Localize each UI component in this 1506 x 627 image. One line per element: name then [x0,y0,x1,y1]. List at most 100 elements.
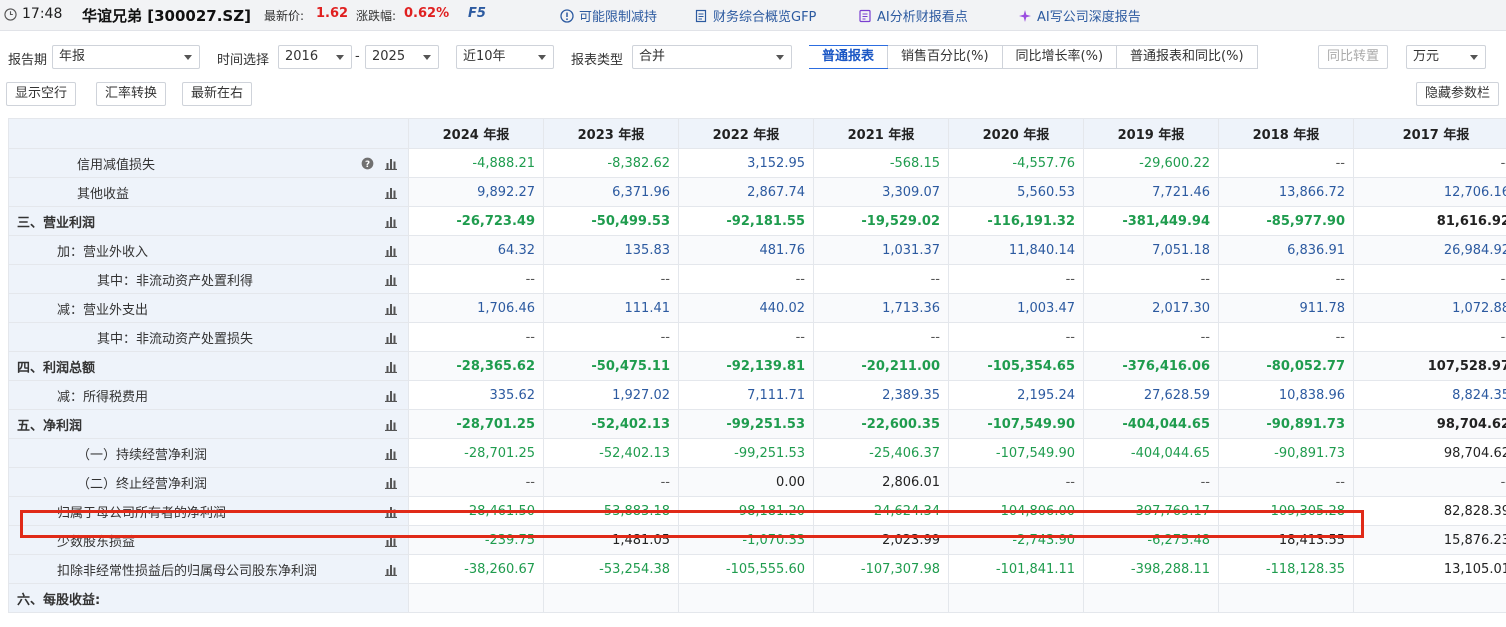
bar-chart-icon[interactable] [384,476,398,489]
bar-chart-icon[interactable] [384,273,398,286]
row-label-cell[interactable]: 五、净利润 [8,409,409,439]
table-cell: -- [1083,264,1219,294]
warning-circle-icon [560,8,574,23]
table-row: 扣除非经常性损益后的归属母公司股东净利润 -38,260.67 -53,254.38… [8,554,1506,584]
gfp-overview-link[interactable]: 财务综合概览GFP [694,6,816,25]
yoy-transpose-button[interactable]: 同比转置 [1318,45,1389,69]
table-cell: -376,416.06 [1083,351,1219,381]
table-cell: -404,044.65 [1083,409,1219,439]
year-column-header[interactable]: 2018 年报 [1218,118,1354,149]
row-label-cell[interactable]: 扣除非经常性损益后的归属母公司股东净利润 [8,554,409,584]
table-cell: -52,402.13 [543,438,679,468]
period-select[interactable]: 年报 [52,45,200,69]
bar-chart-icon[interactable] [384,302,398,315]
time-to-select[interactable]: 2025 [365,45,439,69]
row-label-cell[interactable]: 其他收益 [8,177,409,207]
table-cell: -22,600.35 [813,409,949,439]
row-label-cell[interactable]: 四、利润总额 [8,351,409,381]
row-label-cell[interactable]: 加：营业外收入 [8,235,409,265]
year-column-header[interactable]: 2023 年报 [543,118,679,149]
tab-yoy-growth[interactable]: 同比增长率(%) [1001,46,1117,68]
table-cell: -29,600.22 [1083,148,1219,178]
row-label-cell[interactable]: 三、营业利润 [8,206,409,236]
row-label-cell[interactable]: （一）持续经营净利润 [8,438,409,468]
table-cell: 1,927.02 [543,380,679,410]
table-cell: 7,051.18 [1083,235,1219,265]
table-row: 加：营业外收入 64.32 135.83 481.76 1,031.37 11,840.1… [8,235,1506,265]
fx-convert-button[interactable]: 汇率转换 [96,82,167,106]
table-cell: 81,616.92 [1353,206,1506,236]
limit-reduction-link[interactable]: 可能限制减持 [560,6,657,25]
ai-report-link[interactable]: AI分析财报看点 [858,6,968,25]
bar-chart-icon[interactable] [384,563,398,576]
table-cell: 12,706.16 [1353,177,1506,207]
row-label-cell[interactable]: 其中：非流动资产处置损失 [8,322,409,352]
row-label-cell[interactable]: 信用减值损失? [8,148,409,178]
table-cell: 7,721.46 [1083,177,1219,207]
table-cell: -6,275.48 [1083,525,1219,555]
table-cell: -90,891.73 [1218,409,1354,439]
table-cell: 27,628.59 [1083,380,1219,410]
row-label: 加：营业外收入 [57,244,149,260]
year-column-header[interactable]: 2021 年报 [813,118,949,149]
report-type-select[interactable]: 合并 [632,45,792,69]
year-column-header[interactable]: 2020 年报 [948,118,1084,149]
table-cell: 13,105.01 [1353,554,1506,584]
bar-chart-icon[interactable] [384,244,398,257]
row-label: 归属于母公司所有者的净利润 [57,505,227,521]
table-cell: -53,254.38 [543,554,679,584]
table-cell: -381,449.94 [1083,206,1219,236]
table-cell: -99,251.53 [678,438,814,468]
bar-chart-icon[interactable] [384,186,398,199]
row-label-cell[interactable]: 归属于母公司所有者的净利润 [8,496,409,526]
year-column-header[interactable]: 2019 年报 [1083,118,1219,149]
hide-params-button[interactable]: 隐藏参数栏 [1416,82,1500,106]
f5-button[interactable]: F5 [468,6,486,21]
bar-chart-icon[interactable] [384,418,398,431]
row-label-cell[interactable]: 少数股东损益 [8,525,409,555]
table-cell [678,583,814,613]
table-cell: -1,070.33 [678,525,814,555]
unit-select[interactable]: 万元 [1406,45,1486,69]
row-label: 减：营业外支出 [57,302,149,318]
latest-right-button[interactable]: 最新在右 [182,82,253,106]
table-cell: -- [543,264,679,294]
bar-chart-icon[interactable] [384,331,398,344]
year-column-header[interactable]: 2024 年报 [408,118,544,149]
price-label: 最新价: [264,9,305,23]
show-empty-rows-button[interactable]: 显示空行 [6,82,77,106]
ai-report-label: AI分析财报看点 [877,10,968,25]
time-label: 时间选择 [217,53,270,68]
row-label: 其中：非流动资产处置损失 [97,331,254,347]
range-select[interactable]: 近10年 [456,45,554,69]
table-row: 减：所得税费用 335.62 1,927.02 7,111.71 2,389.35 2,1… [8,380,1506,410]
help-icon[interactable]: ? [361,157,374,170]
tab-normal-report[interactable]: 普通报表 [809,45,889,69]
table-cell: -25,406.37 [813,438,949,468]
table-cell: 3,309.07 [813,177,949,207]
bar-chart-icon[interactable] [384,389,398,402]
row-label-cell[interactable]: 六、每股收益: [8,583,409,613]
ai-deep-report-link[interactable]: AI写公司深度报告 [1018,6,1141,25]
row-label-cell[interactable]: （二）终止经营净利润 [8,467,409,497]
year-column-header[interactable]: 2017 年报 [1353,118,1506,149]
chevron-down-icon [1470,55,1478,60]
year-column-header[interactable]: 2022 年报 [678,118,814,149]
bar-chart-icon[interactable] [384,505,398,518]
tab-sales-percent[interactable]: 销售百分比(%) [887,46,1002,68]
bar-chart-icon[interactable] [384,534,398,547]
table-cell: -28,365.62 [408,351,544,381]
row-label-cell[interactable]: 减：营业外支出 [8,293,409,323]
bar-chart-icon[interactable] [384,360,398,373]
table-row: 少数股东损益 -239.75 1,481.05 -1,070.33 2,023.99 -2… [8,525,1506,555]
svg-text:?: ? [365,160,370,170]
time-from-select[interactable]: 2016 [278,45,352,69]
bar-chart-icon[interactable] [384,215,398,228]
row-label-cell[interactable]: 减：所得税费用 [8,380,409,410]
table-cell: -- [1218,148,1354,178]
bar-chart-icon[interactable] [384,447,398,460]
bar-chart-icon[interactable] [384,157,398,170]
tab-normal-and-yoy[interactable]: 普通报表和同比(%) [1116,46,1257,68]
time-from-value: 2016 [285,49,319,64]
row-label-cell[interactable]: 其中：非流动资产处置利得 [8,264,409,294]
